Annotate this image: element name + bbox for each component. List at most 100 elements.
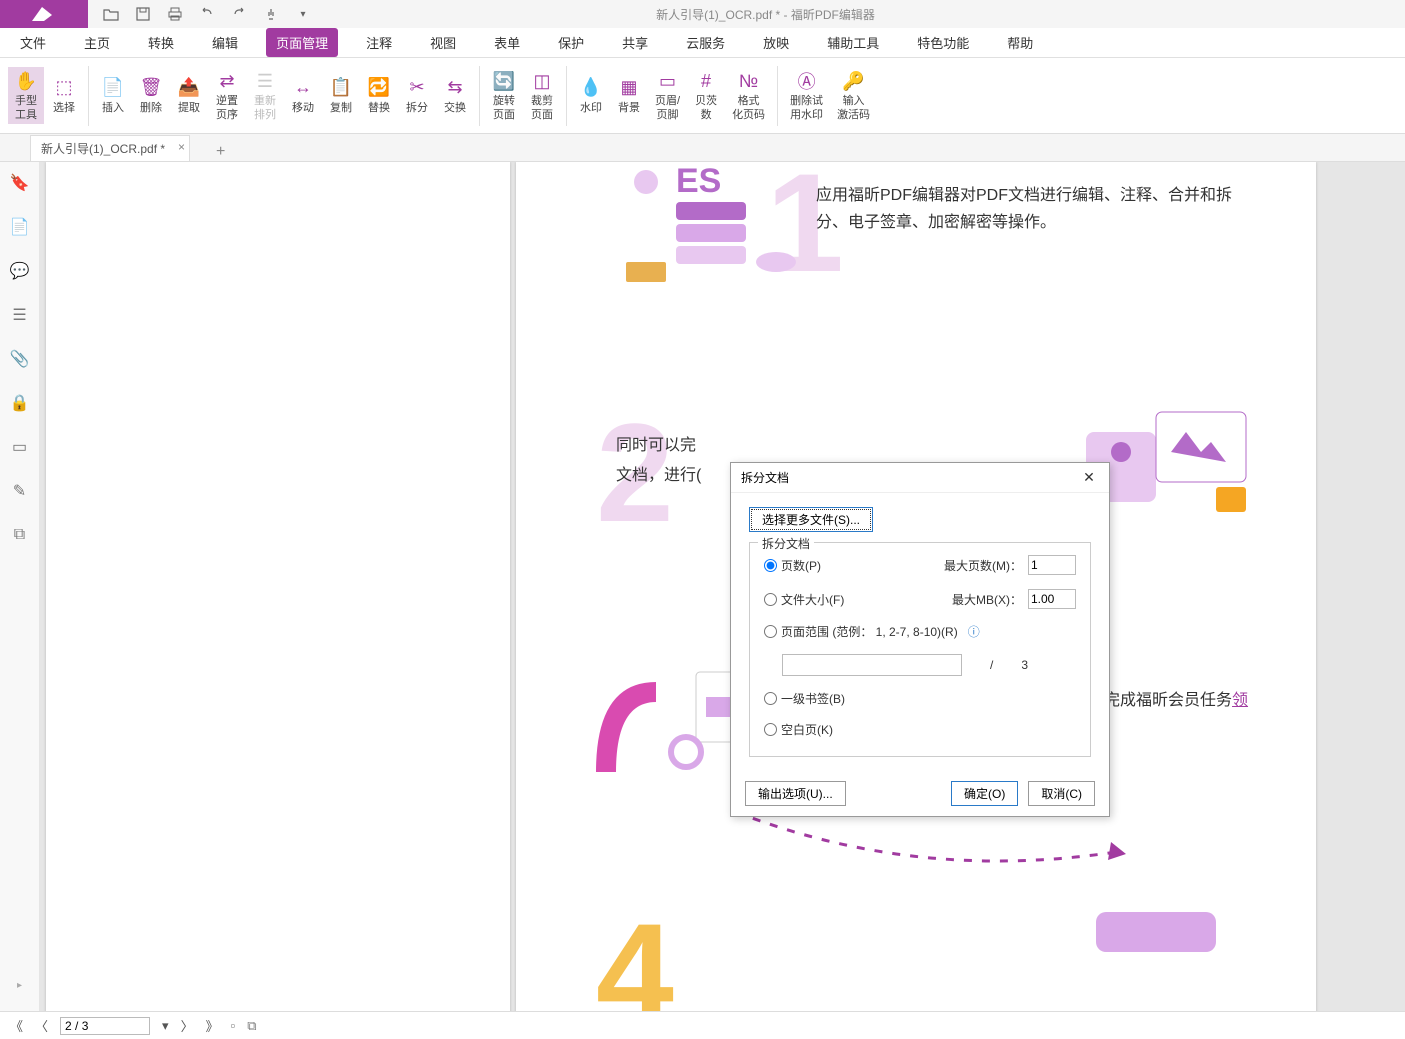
- headerfooter-button[interactable]: ▭页眉/页脚: [649, 67, 686, 123]
- svg-text:ES: ES: [676, 162, 721, 200]
- extract-icon: 📤: [178, 76, 200, 100]
- quick-access-toolbar: ▾: [88, 5, 326, 23]
- ribbon: ✋手型工具 ⬚选择 📄插入 🗑删除 📤提取 ⇄逆置页序 ☰重新排列 ↔移动 📋复…: [0, 58, 1405, 134]
- output-options-button[interactable]: 输出选项(U)...: [745, 781, 846, 806]
- hand-tool-button[interactable]: ✋手型工具: [8, 67, 44, 123]
- page-number-input[interactable]: [60, 1017, 150, 1035]
- redo-icon[interactable]: [230, 5, 248, 23]
- menu-convert[interactable]: 转换: [138, 28, 184, 57]
- last-page-button[interactable]: 》: [206, 1016, 219, 1035]
- close-tab-icon[interactable]: ×: [178, 140, 185, 154]
- qat-more-icon[interactable]: ▾: [294, 5, 312, 23]
- rearrange-icon: ☰: [257, 69, 273, 93]
- illustration-1: ES: [576, 162, 796, 292]
- background-button[interactable]: ▦背景: [611, 74, 647, 117]
- split-button[interactable]: ✂拆分: [399, 74, 435, 117]
- fields-icon[interactable]: ▭: [9, 436, 31, 458]
- title-bar: ▾ 新人引导(1)_OCR.pdf * - 福昕PDF编辑器: [0, 0, 1405, 28]
- save-icon[interactable]: [134, 5, 152, 23]
- next-page-button[interactable]: 〉: [181, 1016, 194, 1035]
- attachments-icon[interactable]: 📎: [9, 348, 31, 370]
- page-range-radio[interactable]: [764, 625, 777, 638]
- extract-button[interactable]: 📤提取: [171, 74, 207, 117]
- rotate-button[interactable]: 🔄旋转页面: [486, 67, 522, 123]
- swap-button[interactable]: ⇆交换: [437, 74, 473, 117]
- bookmark-label: 一级书签(B): [781, 690, 845, 707]
- bookmark-icon[interactable]: 🔖: [9, 172, 31, 194]
- sidebar-expand-icon[interactable]: ▸: [17, 980, 22, 991]
- document-tab[interactable]: 新人引导(1)_OCR.pdf * ×: [30, 135, 190, 161]
- menu-view[interactable]: 视图: [420, 28, 466, 57]
- menu-cloud[interactable]: 云服务: [676, 28, 735, 57]
- view-mode-continuous-icon[interactable]: ⧉: [247, 1018, 256, 1034]
- insert-button[interactable]: 📄插入: [95, 74, 131, 117]
- view-mode-single-icon[interactable]: ▫: [231, 1018, 236, 1033]
- activation-code-button[interactable]: 🔑输入激活码: [831, 67, 876, 123]
- ok-button[interactable]: 确定(O): [951, 781, 1018, 806]
- rotate-icon: 🔄: [493, 69, 515, 93]
- max-pages-label: 最大页数(M)：: [944, 557, 1022, 574]
- blank-page-radio[interactable]: [764, 723, 777, 736]
- dialog-title-bar[interactable]: 拆分文档 ✕: [731, 463, 1109, 493]
- document-viewport[interactable]: 1 ES 应用福昕PDF编辑器对PDF文档进行编辑、注释、合并和拆分、电子签章、…: [40, 162, 1405, 1011]
- page-dropdown-icon[interactable]: ▾: [162, 1018, 169, 1034]
- remove-wm-icon: Ⓐ: [798, 69, 816, 93]
- print-icon[interactable]: [166, 5, 184, 23]
- move-icon: ↔: [294, 76, 312, 100]
- menu-annotate[interactable]: 注释: [356, 28, 402, 57]
- open-icon[interactable]: [102, 5, 120, 23]
- security-icon[interactable]: 🔒: [9, 392, 31, 414]
- first-page-button[interactable]: 《: [10, 1016, 23, 1035]
- max-pages-input[interactable]: [1028, 555, 1076, 575]
- watermark-icon: 💧: [580, 76, 602, 100]
- select-more-files-button[interactable]: 选择更多文件(S)...: [749, 507, 873, 532]
- menu-home[interactable]: 主页: [74, 28, 120, 57]
- menu-form[interactable]: 表单: [484, 28, 530, 57]
- menu-features[interactable]: 特色功能: [907, 28, 979, 57]
- key-icon: 🔑: [842, 69, 864, 93]
- menu-present[interactable]: 放映: [753, 28, 799, 57]
- page-count-radio[interactable]: [764, 559, 777, 572]
- menu-accessibility[interactable]: 辅助工具: [817, 28, 889, 57]
- menu-protect[interactable]: 保护: [548, 28, 594, 57]
- copy-button[interactable]: 📋复制: [323, 74, 359, 117]
- headerfooter-icon: ▭: [659, 69, 676, 93]
- bates-icon: #: [701, 69, 711, 93]
- pages-panel-icon[interactable]: 📄: [9, 216, 31, 238]
- max-mb-input[interactable]: [1028, 589, 1076, 609]
- cancel-button[interactable]: 取消(C): [1028, 781, 1095, 806]
- file-size-radio[interactable]: [764, 593, 777, 606]
- menu-help[interactable]: 帮助: [997, 28, 1043, 57]
- reverse-icon: ⇄: [219, 69, 234, 93]
- window-title: 新人引导(1)_OCR.pdf * - 福昕PDF编辑器: [326, 6, 1405, 23]
- menu-file[interactable]: 文件: [10, 28, 56, 57]
- menu-page-manage[interactable]: 页面管理: [266, 28, 338, 57]
- bookmark-radio[interactable]: [764, 692, 777, 705]
- crop-icon: ◫: [533, 69, 550, 93]
- select-button[interactable]: ⬚选择: [46, 74, 82, 117]
- add-tab-button[interactable]: +: [208, 143, 233, 161]
- bates-button[interactable]: #贝茨数: [688, 67, 724, 123]
- comments-icon[interactable]: 💬: [9, 260, 31, 282]
- menu-share[interactable]: 共享: [612, 28, 658, 57]
- reverse-button[interactable]: ⇄逆置页序: [209, 67, 245, 123]
- format-pagenum-button[interactable]: №格式化页码: [726, 67, 771, 123]
- decoration-number-4: 4: [596, 892, 674, 1011]
- page-range-input[interactable]: [782, 654, 962, 676]
- info-icon[interactable]: ⓘ: [968, 623, 980, 640]
- watermark-button[interactable]: 💧水印: [573, 74, 609, 117]
- menu-edit[interactable]: 编辑: [202, 28, 248, 57]
- prev-page-button[interactable]: 〈: [35, 1016, 48, 1035]
- crop-button[interactable]: ◫裁剪页面: [524, 67, 560, 123]
- dialog-close-button[interactable]: ✕: [1079, 469, 1099, 486]
- illustration-4: [1076, 902, 1256, 962]
- remove-trial-wm-button[interactable]: Ⓐ删除试用水印: [784, 67, 829, 123]
- layers-icon[interactable]: ☰: [9, 304, 31, 326]
- move-button[interactable]: ↔移动: [285, 74, 321, 117]
- signature-icon[interactable]: ✎: [9, 480, 31, 502]
- touch-icon[interactable]: [262, 5, 280, 23]
- articles-icon[interactable]: ⧉: [9, 524, 31, 546]
- undo-icon[interactable]: [198, 5, 216, 23]
- replace-button[interactable]: 🔁替换: [361, 74, 397, 117]
- delete-button[interactable]: 🗑删除: [133, 74, 169, 117]
